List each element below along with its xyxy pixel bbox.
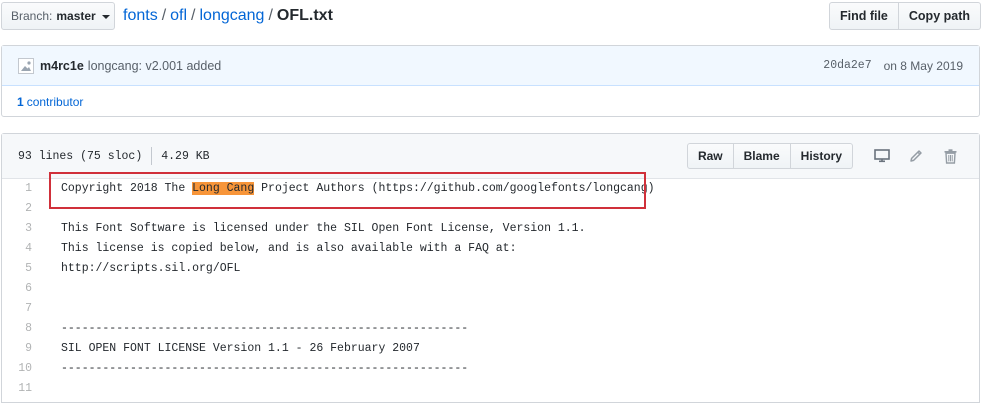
file-line-count: 93 lines (75 sloc) xyxy=(18,149,143,163)
line-content xyxy=(42,279,61,299)
raw-button[interactable]: Raw xyxy=(686,143,734,169)
commit-message-link[interactable]: longcang: v2.001 added xyxy=(88,59,221,73)
contributor-count: 1 xyxy=(17,95,24,109)
line-text: This license is copied below, and is als… xyxy=(61,242,517,255)
line-content: This license is copied below, and is als… xyxy=(42,239,516,259)
line-content: ----------------------------------------… xyxy=(42,319,468,339)
breadcrumb-ofl-link[interactable]: ofl xyxy=(170,7,187,24)
pencil-icon[interactable] xyxy=(903,143,929,169)
breadcrumb: fonts / ofl / longcang / OFL.txt xyxy=(123,5,333,27)
line-text: SIL OPEN FONT LICENSE Version 1.1 - 26 F… xyxy=(61,342,420,355)
trash-icon[interactable] xyxy=(937,143,963,169)
commit-sha-link[interactable]: 20da2e7 xyxy=(823,59,871,72)
line-content: SIL OPEN FONT LICENSE Version 1.1 - 26 F… xyxy=(42,339,420,359)
line-content: ----------------------------------------… xyxy=(42,359,468,379)
line-content xyxy=(42,299,61,319)
line-text: http://scripts.sil.org/OFL xyxy=(61,262,241,275)
file-size: 4.29 KB xyxy=(161,149,210,163)
line-text: ----------------------------------------… xyxy=(61,362,469,375)
code-line: 3 This Font Software is licensed under th… xyxy=(2,219,979,239)
line-number[interactable]: 3 xyxy=(2,219,42,239)
code-line: 6 xyxy=(2,279,979,299)
line-number[interactable]: 7 xyxy=(2,299,42,319)
line-number[interactable]: 1 xyxy=(2,179,42,199)
code-line: 7 xyxy=(2,299,979,319)
code-line: 4 This license is copied below, and is al… xyxy=(2,239,979,259)
branch-select-button[interactable]: Branch: master xyxy=(1,2,115,30)
contributor-label: contributor xyxy=(26,95,84,109)
line-text: This Font Software is licensed under the… xyxy=(61,222,586,235)
commit-meta: 20da2e7 on 8 May 2019 xyxy=(823,46,963,85)
line-content: http://scripts.sil.org/OFL xyxy=(42,259,240,279)
file-nav-button-group: Find file Copy path xyxy=(828,2,981,30)
line-content: This Font Software is licensed under the… xyxy=(42,219,586,239)
commit-author-link[interactable]: m4rc1e xyxy=(40,59,84,73)
blame-button[interactable]: Blame xyxy=(733,143,791,169)
code-line: 11 xyxy=(2,379,979,399)
code-line: 10 --------------------------------------… xyxy=(2,359,979,379)
line-number[interactable]: 8 xyxy=(2,319,42,339)
file-info: 93 lines (75 sloc) 4.29 KB xyxy=(2,147,210,165)
line-number[interactable]: 6 xyxy=(2,279,42,299)
line-number[interactable]: 10 xyxy=(2,359,42,379)
line-number[interactable]: 4 xyxy=(2,239,42,259)
branch-label: Branch: xyxy=(11,9,53,23)
breadcrumb-current-file: OFL.txt xyxy=(276,7,333,24)
history-button[interactable]: History xyxy=(790,143,853,169)
commit-tease: m4rc1e longcang: v2.001 added 20da2e7 on… xyxy=(1,45,980,117)
contributors-link[interactable]: 1 contributor xyxy=(2,86,979,118)
breadcrumb-separator: / xyxy=(268,7,273,24)
latest-commit-bar: m4rc1e longcang: v2.001 added 20da2e7 on… xyxy=(2,46,979,86)
desktop-icon[interactable] xyxy=(869,143,895,169)
line-number[interactable]: 11 xyxy=(2,379,42,399)
file-navigation: Branch: master fonts / ofl / longcang / OFL.tx… xyxy=(0,0,982,32)
line-number[interactable]: 5 xyxy=(2,259,42,279)
line-content xyxy=(42,379,61,399)
line-number[interactable]: 2 xyxy=(2,199,42,219)
breadcrumb-separator: / xyxy=(161,7,167,24)
file-info-divider xyxy=(151,147,153,165)
copy-path-button[interactable]: Copy path xyxy=(898,2,981,30)
line-number[interactable]: 9 xyxy=(2,339,42,359)
branch-name: master xyxy=(56,9,96,23)
code-line: 8 ---------------------------------------… xyxy=(2,319,979,339)
annotation-highlight-box xyxy=(49,172,646,209)
file-actions: Raw Blame History xyxy=(686,143,963,169)
code-line: 9 SIL OPEN FONT LICENSE Version 1.1 - 26 … xyxy=(2,339,979,359)
code-view: 1 Copyright 2018 The Long Cang Project Au… xyxy=(2,179,979,399)
avatar-icon[interactable] xyxy=(18,57,34,74)
code-line: 5 http://scripts.sil.org/OFL xyxy=(2,259,979,279)
find-file-button[interactable]: Find file xyxy=(828,2,899,30)
breadcrumb-repo-link[interactable]: fonts xyxy=(123,7,158,24)
breadcrumb-separator: / xyxy=(191,7,196,24)
caret-down-icon xyxy=(101,15,110,19)
breadcrumb-longcang-link[interactable]: longcang xyxy=(200,7,265,24)
file-view-button-group: Raw Blame History xyxy=(686,143,853,169)
line-text: ----------------------------------------… xyxy=(61,322,469,335)
commit-date: on 8 May 2019 xyxy=(883,58,963,73)
